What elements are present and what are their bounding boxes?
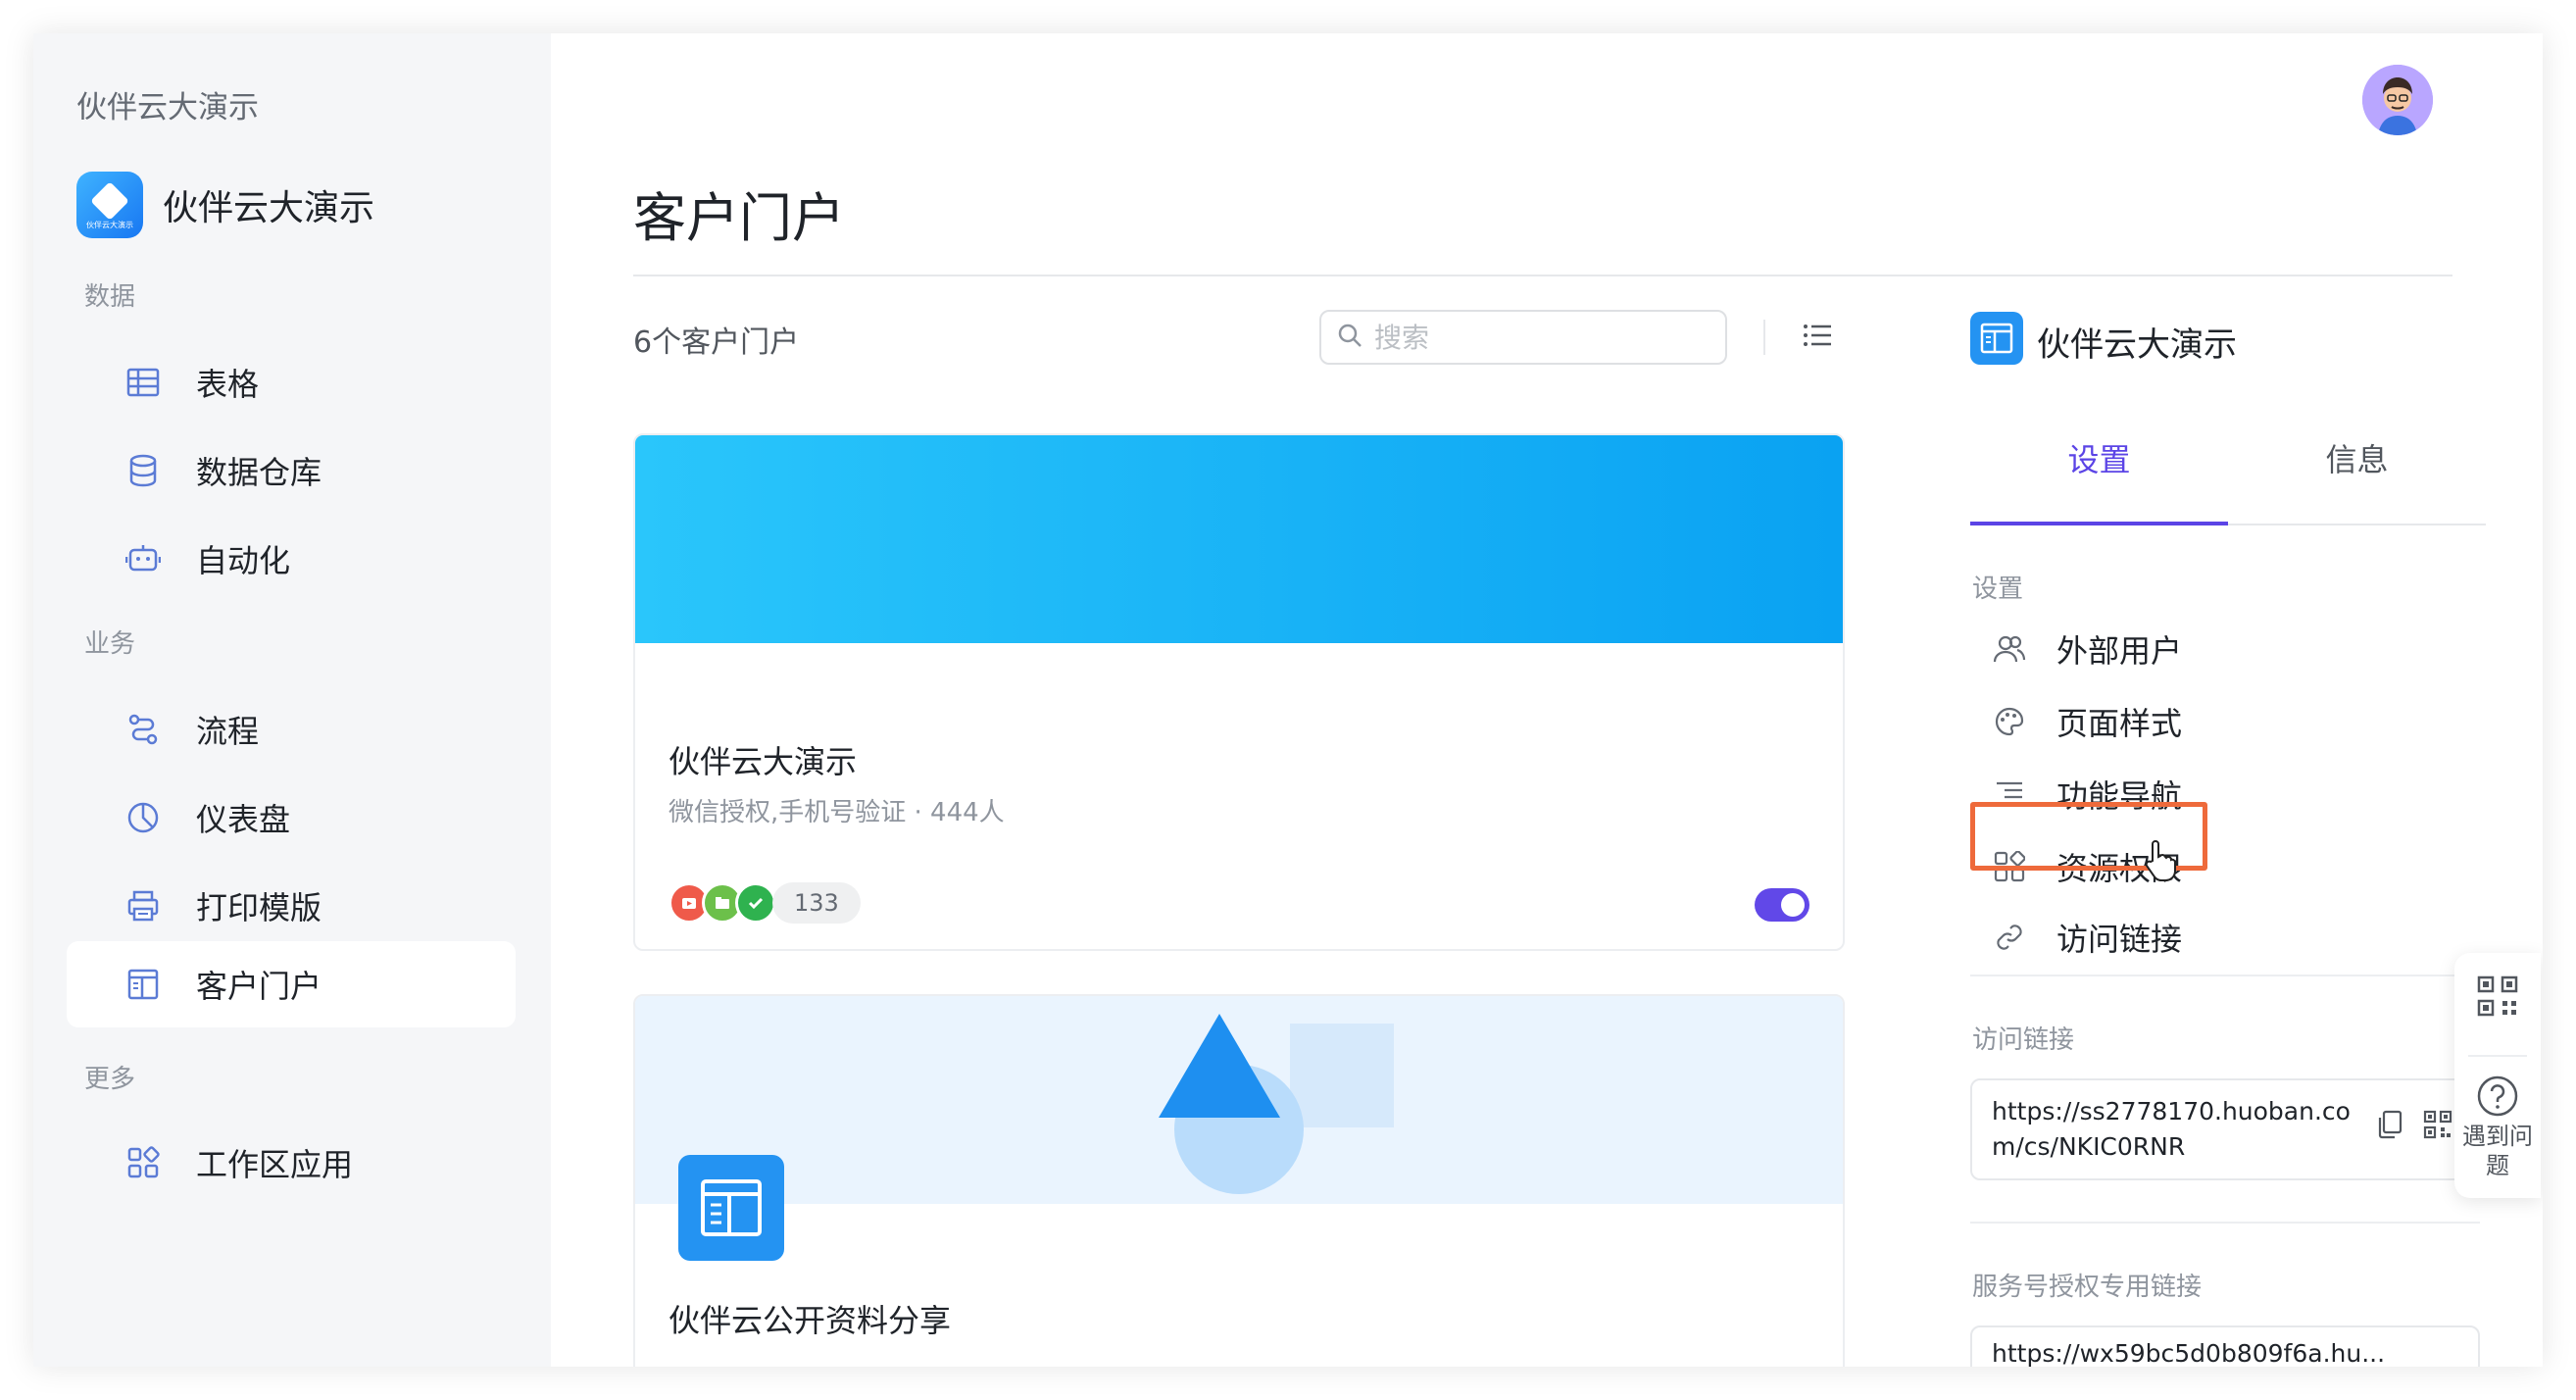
link-icon [1990, 918, 2029, 957]
sidebar-item-label: 工作区应用 [196, 1146, 354, 1183]
card-banner [635, 435, 1843, 643]
sidebar-item-table[interactable]: 表格 [67, 339, 516, 425]
panel-divider [1970, 1222, 2480, 1224]
setting-page-style[interactable]: 页面样式 [1990, 692, 2182, 751]
search-icon [1337, 323, 1362, 352]
setting-external-users[interactable]: 外部用户 [1990, 620, 2182, 678]
sidebar-item-data-warehouse[interactable]: 数据仓库 [67, 427, 516, 514]
active-tab-indicator [1970, 522, 2228, 525]
service-link-box: https://wx59bc5d0b809f6a.hu... [1970, 1325, 2480, 1367]
panel-title: 伙伴云大演示 [2037, 325, 2237, 365]
card-title: 伙伴云大演示 [669, 743, 858, 780]
portal-icon [124, 965, 163, 1004]
table-icon [124, 363, 163, 402]
sidebar-item-label: 打印模版 [196, 889, 322, 926]
banner-shapes [1159, 1014, 1394, 1194]
sidebar: 伙伴云大演示 伙伴云大演示 伙伴云大演示 数据 表格 数据仓库 自动化 业务 流… [33, 33, 551, 1367]
section-label-business: 业务 [84, 629, 136, 659]
app-name: 伙伴云大演示 [163, 188, 375, 228]
workflow-icon [124, 710, 163, 749]
palette-icon [1990, 702, 2029, 741]
page-title: 客户门户 [633, 187, 845, 249]
sidebar-item-workspace-apps[interactable]: 工作区应用 [67, 1120, 516, 1206]
portal-app-icon [678, 1155, 784, 1261]
card-banner [635, 996, 1843, 1204]
panel-app-icon [1970, 312, 2023, 365]
robot-icon [124, 539, 163, 578]
list-view-button[interactable] [1798, 318, 1837, 357]
users-icon [1990, 629, 2029, 669]
tab-settings[interactable]: 设置 [1970, 435, 2228, 480]
sidebar-item-label: 流程 [196, 713, 260, 750]
user-avatar[interactable] [2362, 65, 2433, 135]
help-label[interactable]: 遇到问题 [2454, 1122, 2541, 1180]
list-icon [1803, 324, 1832, 351]
qr-code-icon[interactable] [2423, 1110, 2452, 1143]
app-logo: 伙伴云大演示 [76, 172, 143, 238]
sidebar-item-label: 自动化 [196, 542, 291, 579]
member-count: 133 [772, 882, 861, 924]
member-avatar [735, 882, 776, 924]
panel-divider [1970, 975, 2480, 976]
sidebar-item-dashboard[interactable]: 仪表盘 [67, 775, 516, 861]
service-link-url[interactable]: https://wx59bc5d0b809f6a.hu... [1992, 1339, 2385, 1367]
apps-icon [124, 1143, 163, 1182]
card-subtitle: 微信授权,手机号验证 · 444人 [669, 798, 1005, 827]
setting-access-link[interactable]: 访问链接 [1990, 908, 2182, 967]
card-title: 伙伴云公开资料分享 [669, 1302, 952, 1339]
setting-label: 外部用户 [2056, 632, 2183, 670]
member-avatars: 133 [669, 882, 861, 924]
panel-tabs: 设置 信息 [1970, 418, 2486, 525]
sidebar-item-label: 数据仓库 [196, 454, 322, 491]
main-content: 客户门户 6个客户门户 伙伴云大演示 微信授权,手机号验证 · 444人 [551, 33, 2543, 1367]
portal-card[interactable]: 伙伴云公开资料分享 [633, 994, 1845, 1367]
sidebar-item-customer-portal[interactable]: 客户门户 [67, 941, 516, 1027]
hand-cursor-icon [2143, 839, 2176, 886]
sidebar-item-label: 表格 [196, 366, 260, 403]
app-window: 伙伴云大演示 伙伴云大演示 伙伴云大演示 数据 表格 数据仓库 自动化 业务 流… [33, 33, 2543, 1367]
search-box[interactable] [1319, 310, 1727, 365]
tab-info[interactable]: 信息 [2228, 435, 2486, 480]
sidebar-item-label: 客户门户 [196, 968, 322, 1005]
setting-label: 访问链接 [2056, 921, 2183, 958]
app-header[interactable]: 伙伴云大演示 伙伴云大演示 [76, 171, 374, 239]
title-divider [633, 275, 2452, 276]
access-link-url[interactable]: https://ss2778170.huoban.com/cs/NKIC0RNR [1992, 1094, 2374, 1165]
service-link-section-label: 服务号授权专用链接 [1972, 1273, 2203, 1302]
portal-card[interactable]: 伙伴云大演示 微信授权,手机号验证 · 444人 133 [633, 433, 1845, 951]
sidebar-item-workflow[interactable]: 流程 [67, 686, 516, 773]
help-icon[interactable] [2476, 1075, 2519, 1122]
enable-toggle[interactable] [1755, 888, 1809, 922]
sidebar-item-automation[interactable]: 自动化 [67, 516, 516, 602]
qr-code-icon[interactable] [2476, 975, 2519, 1022]
settings-section-label: 设置 [1972, 575, 2024, 604]
portal-count: 6个客户门户 [633, 325, 800, 360]
setting-label: 页面样式 [2056, 705, 2183, 742]
section-label-data: 数据 [84, 282, 136, 312]
printer-icon [124, 886, 163, 925]
dashboard-icon [124, 798, 163, 837]
search-input[interactable] [1374, 321, 1688, 354]
access-link-box: https://ss2778170.huoban.com/cs/NKIC0RNR [1970, 1078, 2480, 1180]
sidebar-item-print-template[interactable]: 打印模版 [67, 863, 516, 949]
workspace-title[interactable]: 伙伴云大演示 [76, 82, 259, 126]
section-label-more: 更多 [84, 1065, 136, 1094]
copy-icon[interactable] [2376, 1110, 2403, 1143]
access-link-section-label: 访问链接 [1972, 1025, 2075, 1055]
database-icon [124, 451, 163, 490]
sidebar-item-label: 仪表盘 [196, 801, 291, 838]
toolbar-divider [1763, 320, 1765, 355]
floating-helper: 遇到问题 [2454, 953, 2541, 1198]
